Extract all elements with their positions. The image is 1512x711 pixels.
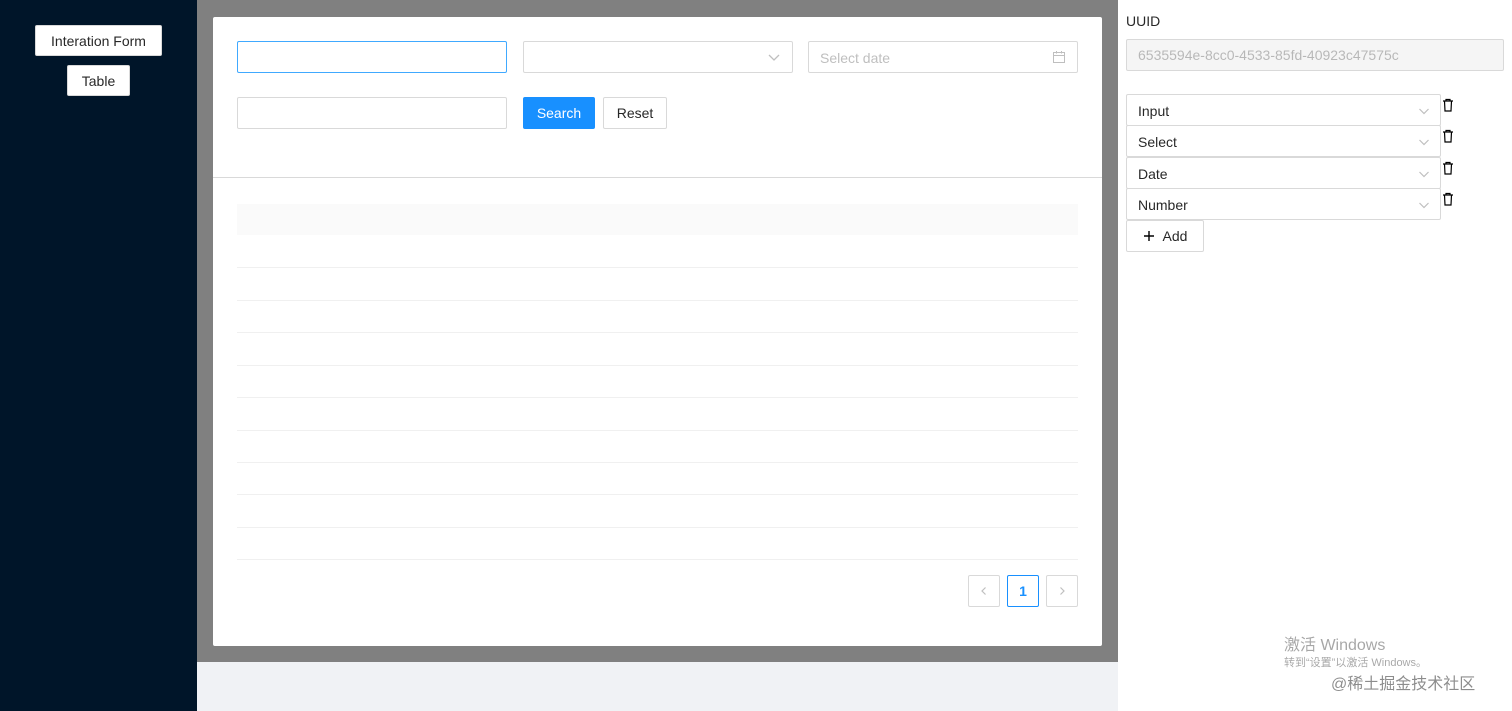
delete-icon[interactable] xyxy=(1442,192,1454,206)
field-type-value: Input xyxy=(1138,103,1170,119)
chevron-down-icon xyxy=(768,54,780,61)
table-row xyxy=(237,333,1078,366)
source-credit: @稀土掘金技术社区 xyxy=(1331,676,1476,693)
field-type-select[interactable]: Number xyxy=(1126,188,1441,220)
table-row xyxy=(237,430,1078,463)
reset-button[interactable]: Reset xyxy=(603,97,667,129)
watermark-title: 激活 Windows xyxy=(1284,637,1386,654)
calendar-icon xyxy=(1053,51,1065,63)
delete-icon[interactable] xyxy=(1442,98,1454,112)
chevron-down-icon xyxy=(1419,139,1429,146)
text-input-field[interactable] xyxy=(237,41,507,73)
field-type-select[interactable]: Select xyxy=(1126,125,1441,157)
number-input-field[interactable] xyxy=(237,97,507,129)
table-button[interactable]: Table xyxy=(67,65,130,96)
pagination-next-button[interactable] xyxy=(1046,575,1078,607)
chevron-down-icon xyxy=(1419,202,1429,209)
pagination-prev-button[interactable] xyxy=(968,575,1000,607)
field-type-select[interactable]: Input xyxy=(1126,94,1441,126)
table-row xyxy=(237,300,1078,333)
chevron-down-icon xyxy=(1419,171,1429,178)
chevron-down-icon xyxy=(1419,108,1429,115)
search-button[interactable]: Search xyxy=(523,97,595,129)
plus-icon xyxy=(1143,231,1154,241)
table-row xyxy=(237,398,1078,431)
chevron-right-icon xyxy=(1060,587,1065,595)
table-row xyxy=(237,268,1078,301)
pagination-page-1[interactable]: 1 xyxy=(1007,575,1039,607)
preview-frame: Select date Search Reset 1 xyxy=(197,0,1118,662)
table-row xyxy=(237,462,1078,495)
watermark-subtitle: 转到“设置”以激活 Windows。 xyxy=(1284,657,1428,669)
select-field[interactable] xyxy=(523,41,793,73)
add-field-button[interactable]: Add xyxy=(1126,220,1204,252)
field-type-value: Select xyxy=(1138,134,1177,150)
canvas-area: Select date Search Reset 1 xyxy=(197,0,1118,711)
search-form-card: Select date Search Reset xyxy=(213,17,1102,177)
table-row xyxy=(237,495,1078,528)
table-header xyxy=(237,204,1078,235)
delete-icon[interactable] xyxy=(1442,129,1454,143)
uuid-label: UUID xyxy=(1126,13,1161,29)
date-picker-field[interactable]: Select date xyxy=(808,41,1078,73)
date-placeholder: Select date xyxy=(820,50,891,66)
windows-activation-watermark: 激活 Windows 转到“设置”以激活 Windows。 xyxy=(1284,636,1427,670)
interaction-form-button[interactable]: Interation Form xyxy=(35,25,162,56)
uuid-input: 6535594e-8cc0-4533-85fd-40923c47575c xyxy=(1126,39,1504,71)
field-type-select[interactable]: Date xyxy=(1126,157,1441,189)
field-type-value: Number xyxy=(1138,197,1188,213)
field-type-value: Date xyxy=(1138,166,1168,182)
table-row xyxy=(237,365,1078,398)
table-row xyxy=(237,235,1078,268)
table-row xyxy=(237,527,1078,560)
chevron-left-icon xyxy=(981,587,986,595)
property-panel: UUID 6535594e-8cc0-4533-85fd-40923c47575… xyxy=(1118,0,1512,711)
component-sidebar: Interation Form Table xyxy=(0,0,197,711)
table-card: 1 xyxy=(213,177,1102,646)
add-label: Add xyxy=(1162,228,1188,244)
delete-icon[interactable] xyxy=(1442,161,1454,175)
